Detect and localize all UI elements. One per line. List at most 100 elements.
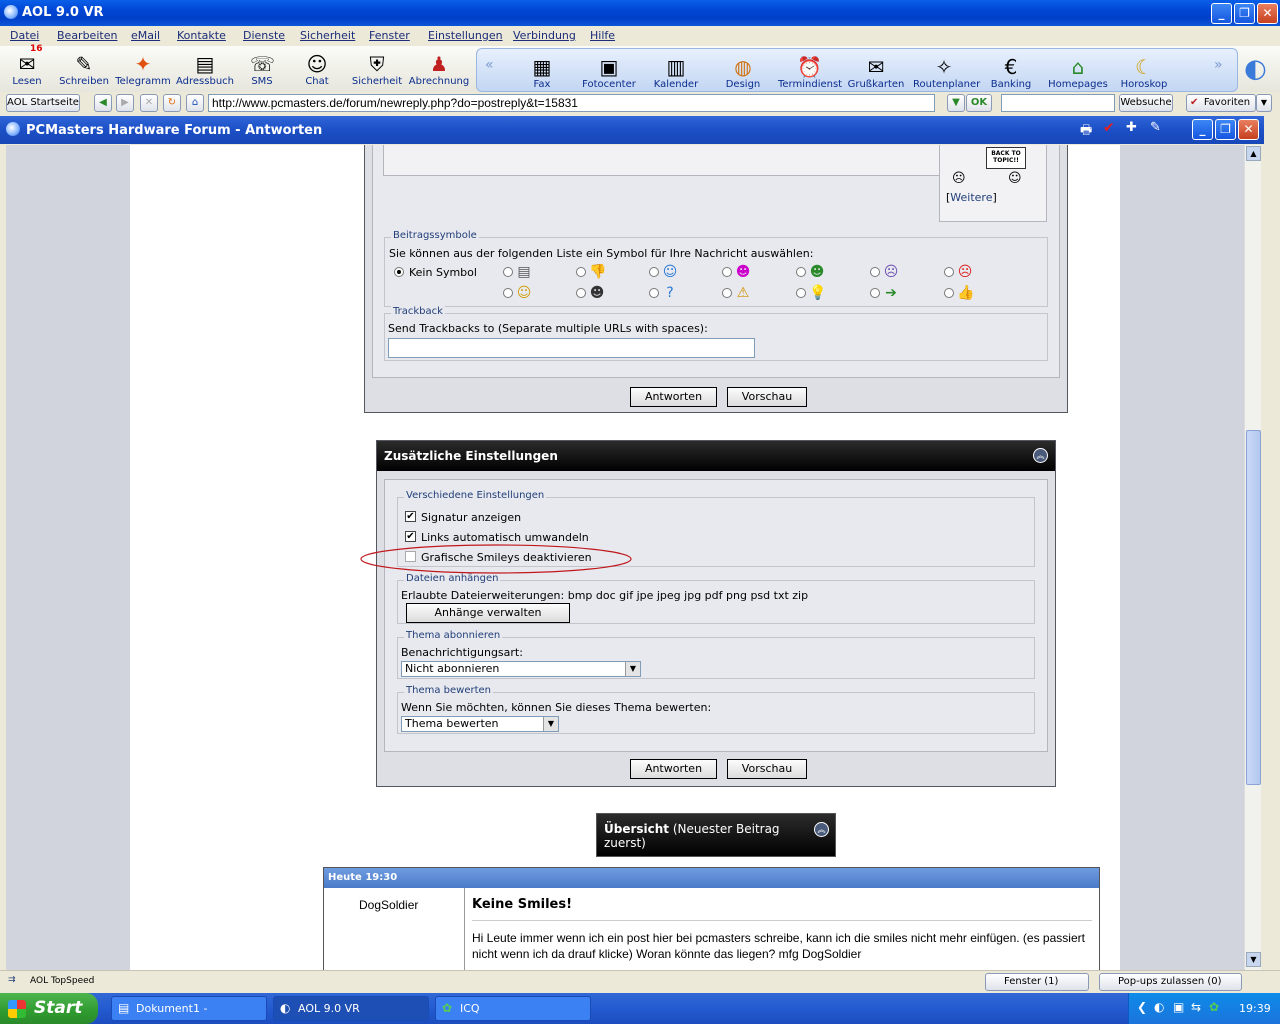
aol-home-button[interactable]: AOL Startseite [6,94,80,112]
menu-fenster[interactable]: Fenster [369,29,410,42]
toolbar-horoskop[interactable]: ☾ Horoskop [1113,49,1175,95]
back-icon[interactable]: ◀ [94,94,112,112]
toolbar-fax[interactable]: ▦ Fax [511,49,573,95]
add-favorite-icon[interactable]: ✚ [1126,120,1137,135]
toolbar-adressbuch[interactable]: ▤ Adressbuch [174,46,236,92]
tray-arrow-icon[interactable]: ❮ [1137,1000,1147,1014]
toolbar-routenplaner[interactable]: ✧ Routenplaner [913,49,980,95]
menu-verbindung[interactable]: Verbindung [513,29,576,42]
tray-monitor-icon[interactable]: ▣ [1173,1000,1184,1014]
inner-maximize-button[interactable]: ❐ [1215,119,1236,140]
toolbar-kalender[interactable]: ▥ Kalender [645,49,707,95]
toolbar-fotocenter[interactable]: ▣ Fotocenter [578,49,640,95]
menu-hilfe[interactable]: Hilfe [590,29,615,42]
icon-radio-10[interactable] [649,288,659,298]
more-smilies[interactable]: [Weitere] [946,191,997,204]
icon-radio-2[interactable] [576,267,586,277]
reply-button-2[interactable]: Antworten [630,759,717,779]
scroll-up-icon[interactable]: ▲ [1246,146,1261,161]
back-to-topic-sign[interactable]: BACK TO TOPIC!! [986,147,1026,169]
toolbar-chat[interactable]: ☺ Chat [286,46,348,92]
icon-radio-3[interactable] [649,267,659,277]
menu-sicherheit[interactable]: Sicherheit [300,29,355,42]
windows-dropdown[interactable]: Fenster (1) [985,973,1089,991]
spellcheck-icon[interactable]: ✔ [1103,120,1115,136]
icon-radio-8[interactable] [503,288,513,298]
post-author[interactable]: DogSoldier [359,898,418,912]
collapse-icon[interactable]: ︽ [1033,448,1048,463]
print-icon[interactable]: 🖶 [1080,121,1092,143]
toolbar-termindienst[interactable]: ⏰ Termindienst [778,49,842,95]
manage-attachments-button[interactable]: Anhänge verwalten [406,603,570,623]
toolbar-homepages[interactable]: ⌂ Homepages [1047,49,1109,95]
icon-radio-1[interactable] [503,267,513,277]
collapse-icon[interactable]: ︽ [814,822,829,837]
toolbar-grusskarten[interactable]: ✉ Grußkarten [845,49,907,95]
reload-icon[interactable]: ↻ [163,94,181,112]
home-icon[interactable]: ⌂ [186,94,204,112]
icon-radio-9[interactable] [576,288,586,298]
smiley-sad-icon[interactable]: ☹ [952,171,966,186]
popups-dropdown[interactable]: Pop-ups zulassen (0) [1099,973,1242,991]
maximize-button[interactable]: ❐ [1234,3,1255,24]
trackback-input[interactable] [388,338,755,358]
toolbar-sicherheit[interactable]: ⛨ Sicherheit [346,46,408,92]
vertical-scrollbar[interactable]: ▲ ▼ [1244,145,1261,970]
forward-icon[interactable]: ▶ [116,94,134,112]
favorites-button[interactable]: ✔ Favoriten [1186,94,1256,112]
icon-radio-5[interactable] [796,267,806,277]
url-input[interactable]: http://www.pcmasters.de/forum/newreply.p… [208,94,935,112]
icon-radio-4[interactable] [722,267,732,277]
tray-aol-icon[interactable]: ◐ [1154,1000,1164,1014]
toolbar-telegramm[interactable]: ✦ Telegramm [112,46,174,92]
close-button[interactable]: ✕ [1257,3,1278,24]
menu-datei[interactable]: Datei [10,29,39,42]
url-dropdown-icon[interactable]: ▼ [947,94,965,112]
icon-radio-12[interactable] [796,288,806,298]
scroll-right-icon[interactable]: » [1214,57,1223,73]
signature-checkbox[interactable]: ✔ [405,511,416,522]
rate-select[interactable]: Thema bewerten ▼ [401,716,559,732]
icon-radio-13[interactable] [870,288,880,298]
menu-dienste[interactable]: Dienste [243,29,285,42]
start-button[interactable]: Start [0,993,98,1024]
icon-radio-none[interactable] [394,267,404,277]
more-smilies-link[interactable]: Weitere [950,191,992,204]
scroll-down-icon[interactable]: ▼ [1246,952,1261,967]
task-word[interactable]: ▤ Dokument1 - Microsof... [111,996,267,1021]
task-aol[interactable]: ◐ AOL 9.0 VR [273,996,429,1021]
scroll-thumb[interactable] [1246,430,1261,785]
icon-radio-6[interactable] [870,267,880,277]
task-icq[interactable]: ✿ ICQ [435,996,591,1021]
websearch-button[interactable]: Websuche [1119,94,1173,112]
menu-email[interactable]: eMail [131,29,160,42]
toolbar-design[interactable]: ◍ Design [712,49,774,95]
preview-button[interactable]: Vorschau [727,387,807,407]
stop-icon[interactable]: ✕ [140,94,158,112]
toolbar-sms[interactable]: ☏ SMS [231,46,293,92]
message-textarea[interactable] [383,145,941,176]
toolbar-abrechnung[interactable]: ♟ Abrechnung [408,46,470,92]
tray-icq-icon[interactable]: ✿ [1209,1000,1219,1014]
icon-radio-14[interactable] [944,288,954,298]
edit-icon[interactable]: ✎ [1150,120,1161,135]
preview-button-2[interactable]: Vorschau [727,759,807,779]
icon-radio-11[interactable] [722,288,732,298]
reply-button[interactable]: Antworten [630,387,717,407]
toolbar-banking[interactable]: € Banking [980,49,1042,95]
scroll-left-icon[interactable]: « [485,57,494,73]
minimize-button[interactable]: _ [1211,3,1232,24]
tray-network-icon[interactable]: ⇆ [1191,1000,1201,1014]
toolbar-schreiben[interactable]: ✎ Schreiben [53,46,115,92]
menu-einstellungen[interactable]: Einstellungen [428,29,503,42]
toolbar-lesen[interactable]: ✉ 16 Lesen [0,44,58,92]
websearch-input[interactable] [1001,94,1115,112]
menu-bearbeiten[interactable]: Bearbeiten [57,29,117,42]
icon-radio-7[interactable] [944,267,954,277]
smiley-sign-icon[interactable]: ☺ [1008,171,1022,186]
inner-minimize-button[interactable]: _ [1192,119,1213,140]
menu-kontakte[interactable]: Kontakte [177,29,226,42]
go-button[interactable]: OK [966,94,992,112]
favorites-dropdown-icon[interactable]: ▼ [1256,94,1272,112]
inner-close-button[interactable]: ✕ [1238,119,1259,140]
